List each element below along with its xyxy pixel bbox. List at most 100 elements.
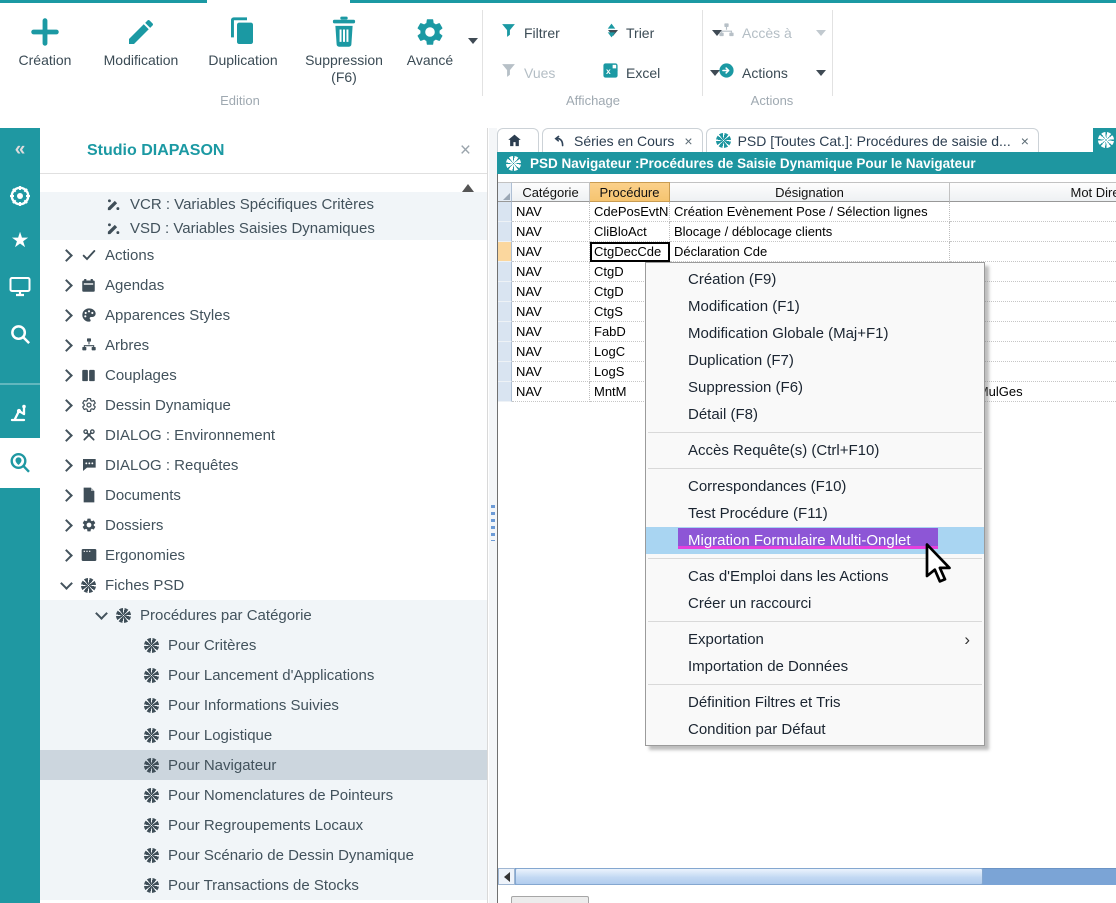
cell-categorie[interactable]: NAV (512, 382, 590, 402)
cell-procedure-selected[interactable]: CtgDecCde (590, 242, 670, 262)
cell-designation[interactable]: Blocage / déblocage clients (670, 222, 950, 242)
column-header-mot-directeur[interactable]: Mot Directeur (950, 182, 1116, 202)
chevron-down-icon[interactable] (468, 38, 478, 44)
column-header-designation[interactable]: Désignation (670, 182, 950, 202)
search-location-icon[interactable] (0, 443, 40, 483)
tab-home[interactable] (497, 128, 539, 152)
menu-item-creation[interactable]: Création (F9) (646, 266, 984, 293)
sidebar-item-pour-criteres[interactable]: Pour Critères (40, 630, 487, 660)
sidebar-item-ergonomies[interactable]: Ergonomies (40, 540, 487, 570)
row-header[interactable] (498, 322, 512, 342)
row-header[interactable] (498, 362, 512, 382)
panel-splitter[interactable] (489, 128, 497, 903)
cell-categorie[interactable]: NAV (512, 362, 590, 382)
chevron-right-icon[interactable] (60, 401, 72, 410)
cell-mot-directeur[interactable] (950, 222, 1116, 242)
horizontal-scrollbar[interactable] (498, 868, 1116, 885)
star-icon[interactable]: ★ (0, 220, 40, 260)
sidebar-item-vsd[interactable]: VSD : Variables Saisies Dynamiques (40, 216, 487, 240)
menu-item-condition-defaut[interactable]: Condition par Défaut (646, 716, 984, 743)
search-icon[interactable] (0, 314, 40, 354)
row-header[interactable] (498, 342, 512, 362)
avance-button[interactable]: Avancé (398, 12, 462, 86)
cell-categorie[interactable]: NAV (512, 262, 590, 282)
scroll-left-icon[interactable] (498, 868, 515, 885)
cell-categorie[interactable]: NAV (512, 282, 590, 302)
tab-psd-toutes-cat[interactable]: PSD [Toutes Cat.]: Procédures de saisie … (706, 128, 1039, 152)
menu-item-exportation[interactable]: Exportation› (646, 626, 984, 653)
sidebar-item-agendas[interactable]: Agendas (40, 270, 487, 300)
close-icon[interactable]: × (1021, 133, 1029, 149)
cell-categorie[interactable]: NAV (512, 322, 590, 342)
menu-item-modification-globale[interactable]: Modification Globale (Maj+F1) (646, 320, 984, 347)
trier-button[interactable]: Trier (604, 22, 722, 44)
chevron-down-icon[interactable] (95, 612, 107, 618)
menu-item-duplication[interactable]: Duplication (F7) (646, 347, 984, 374)
row-header[interactable] (498, 302, 512, 322)
chevron-right-icon[interactable] (60, 371, 72, 380)
chevron-down-icon[interactable] (816, 70, 826, 76)
column-header-procedure[interactable]: Procédure (590, 182, 670, 202)
modification-button[interactable]: Modification (92, 12, 190, 86)
tab-series-en-cours[interactable]: Séries en Cours × (542, 128, 703, 152)
row-header[interactable] (498, 202, 512, 222)
sidebar-item-actions[interactable]: Actions (40, 240, 487, 270)
chevron-down-icon[interactable] (60, 582, 72, 588)
row-header[interactable] (498, 382, 512, 402)
chevron-right-icon[interactable] (60, 431, 72, 440)
menu-item-definition-filtres[interactable]: Définition Filtres et Tris (646, 689, 984, 716)
row-header[interactable] (498, 262, 512, 282)
chevron-right-icon[interactable] (60, 341, 72, 350)
sidebar-item-pour-informations[interactable]: Pour Informations Suivies (40, 690, 487, 720)
table-row[interactable]: NAVCliBloActBlocage / déblocage clients (498, 222, 1116, 242)
chevron-right-icon[interactable] (60, 311, 72, 320)
cell-categorie[interactable]: NAV (512, 222, 590, 242)
row-header[interactable] (498, 222, 512, 242)
select-all-corner[interactable] (498, 182, 512, 202)
filtrer-button[interactable]: Filtrer (500, 22, 618, 44)
chevron-right-icon[interactable] (60, 461, 72, 470)
monitor-icon[interactable] (0, 266, 40, 306)
settings-wheel-icon[interactable] (0, 176, 40, 216)
actions-button[interactable]: Actions (718, 62, 826, 84)
menu-item-creer-raccourci[interactable]: Créer un raccourci (646, 590, 984, 617)
robot-arm-icon[interactable] (0, 391, 40, 431)
column-header-categorie[interactable]: Catégorie (512, 182, 590, 202)
cell-categorie[interactable]: NAV (512, 302, 590, 322)
sidebar-item-dossiers[interactable]: Dossiers (40, 510, 487, 540)
chevron-right-icon[interactable] (60, 491, 72, 500)
menu-item-importation[interactable]: Importation de Données (646, 653, 984, 680)
sidebar-item-dialog-environnement[interactable]: DIALOG : Environnement (40, 420, 487, 450)
menu-item-suppression[interactable]: Suppression (F6) (646, 374, 984, 401)
chevron-right-icon[interactable] (60, 551, 72, 560)
sidebar-item-pour-navigateur[interactable]: Pour Navigateur (40, 750, 487, 780)
cell-categorie[interactable]: NAV (512, 342, 590, 362)
collapse-left-icon[interactable]: « (0, 130, 40, 170)
menu-item-acces-requetes[interactable]: Accès Requête(s) (Ctrl+F10) (646, 437, 984, 464)
sidebar-item-pour-regroupements[interactable]: Pour Regroupements Locaux (40, 810, 487, 840)
duplication-button[interactable]: Duplication (196, 12, 290, 86)
sidebar-item-dialog-requetes[interactable]: DIALOG : Requêtes (40, 450, 487, 480)
menu-item-correspondances[interactable]: Correspondances (F10) (646, 473, 984, 500)
cell-designation[interactable]: Déclaration Cde (670, 242, 950, 262)
sidebar-item-vcr[interactable]: VCR : Variables Spécifiques Critères (40, 192, 487, 216)
menu-item-modification[interactable]: Modification (F1) (646, 293, 984, 320)
sidebar-item-arbres[interactable]: Arbres (40, 330, 487, 360)
row-header[interactable] (498, 242, 512, 262)
sidebar-item-apparences[interactable]: Apparences Styles (40, 300, 487, 330)
tab-partial[interactable] (1093, 128, 1116, 152)
sidebar-item-couplages[interactable]: Couplages (40, 360, 487, 390)
chevron-right-icon[interactable] (60, 521, 72, 530)
table-row-selected[interactable]: NAVCtgDecCdeDéclaration Cde (498, 242, 1116, 262)
cell-procedure[interactable]: CdePosEvtN (590, 202, 670, 222)
scrollbar-thumb[interactable] (515, 868, 983, 885)
sidebar-item-pour-logistique[interactable]: Pour Logistique (40, 720, 487, 750)
cell-mot-directeur[interactable] (950, 202, 1116, 222)
sidebar-item-pour-nomenclatures[interactable]: Pour Nomenclatures de Pointeurs (40, 780, 487, 810)
sidebar-item-pour-scenario[interactable]: Pour Scénario de Dessin Dynamique (40, 840, 487, 870)
menu-item-test-procedure[interactable]: Test Procédure (F11) (646, 500, 984, 527)
close-icon[interactable]: × (684, 133, 692, 149)
partial-button[interactable] (511, 896, 589, 903)
cell-procedure[interactable]: CliBloAct (590, 222, 670, 242)
chevron-right-icon[interactable] (60, 251, 72, 260)
